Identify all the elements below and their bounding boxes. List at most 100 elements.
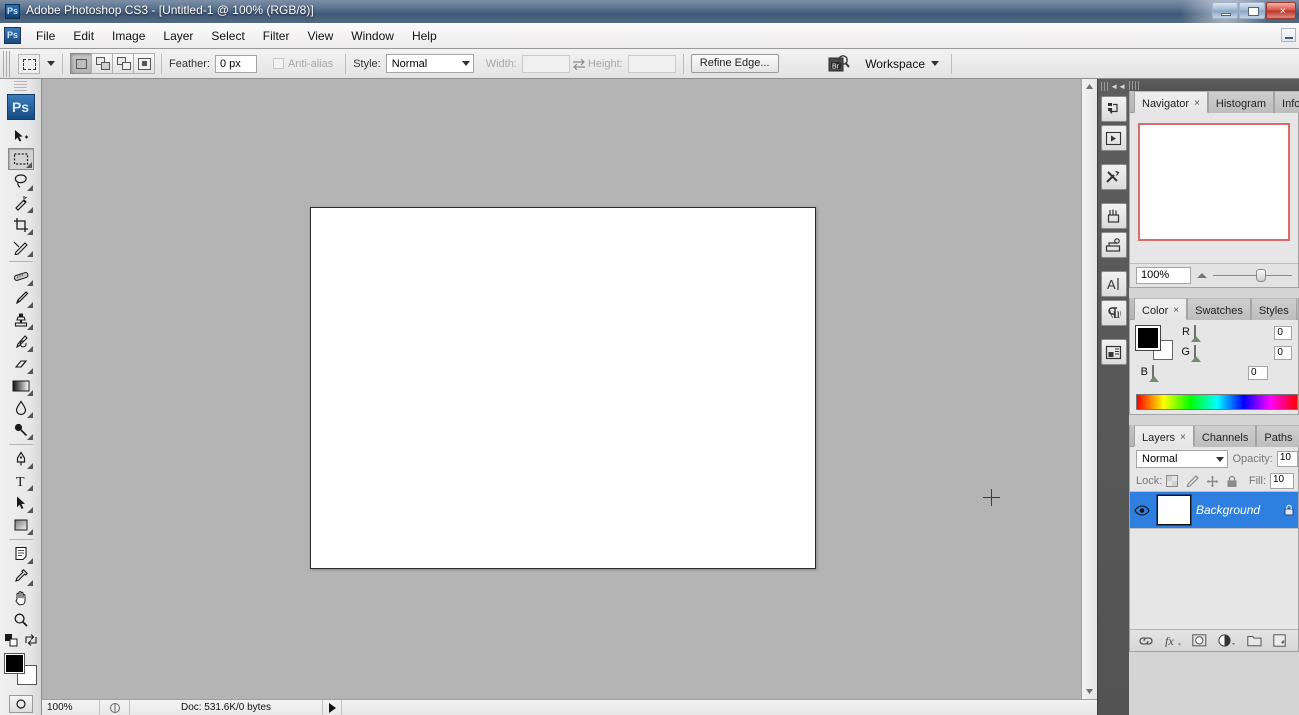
feather-input[interactable]: 0 px <box>214 54 257 73</box>
blue-slider-knob[interactable] <box>1149 376 1159 382</box>
healing-brush-tool[interactable] <box>8 265 34 287</box>
document-minimize-button[interactable] <box>1281 28 1296 42</box>
red-slider-knob[interactable] <box>1190 336 1201 342</box>
clone-stamp-tool[interactable] <box>8 309 34 331</box>
paragraph-panel-icon[interactable]: \u00b6 <box>1100 300 1127 326</box>
close-icon[interactable]: × <box>1194 98 1200 109</box>
layer-thumbnail[interactable] <box>1156 494 1192 526</box>
new-group-icon[interactable] <box>1247 634 1262 647</box>
close-icon[interactable]: × <box>1180 432 1186 443</box>
swap-dimensions-icon[interactable] <box>570 58 588 70</box>
fill-input[interactable]: 10 <box>1270 473 1294 489</box>
color-spectrum-bar[interactable] <box>1136 394 1298 410</box>
hand-tool[interactable] <box>8 587 34 609</box>
close-button[interactable]: × <box>1266 2 1296 19</box>
zoom-level-field[interactable]: 100% <box>42 699 100 715</box>
tool-preset-chevron-down-icon[interactable] <box>47 61 55 66</box>
green-slider-knob[interactable] <box>1190 356 1201 362</box>
new-selection-button[interactable] <box>70 53 92 74</box>
color-swatches[interactable] <box>3 653 38 685</box>
layer-visibility-icon[interactable] <box>1134 504 1152 516</box>
tab-swatches[interactable]: Swatches <box>1187 298 1251 320</box>
toolbox-grip[interactable] <box>14 81 27 91</box>
notes-tool[interactable] <box>8 543 34 565</box>
add-layer-mask-icon[interactable] <box>1192 634 1207 647</box>
history-brush-tool[interactable] <box>8 331 34 353</box>
zoom-out-icon[interactable] <box>1197 273 1207 278</box>
canvas[interactable] <box>310 207 816 569</box>
type-tool[interactable]: T <box>8 470 34 492</box>
default-colors-icon[interactable] <box>4 633 18 647</box>
magic-wand-tool[interactable] <box>8 192 34 214</box>
blur-tool[interactable] <box>8 397 34 419</box>
minimize-button[interactable] <box>1212 2 1238 19</box>
navigator-zoom-slider[interactable] <box>1213 267 1292 284</box>
table-row[interactable]: Background <box>1130 491 1298 529</box>
blue-value-input[interactable]: 0 <box>1248 366 1268 380</box>
dodge-tool[interactable] <box>8 419 34 441</box>
tab-paths[interactable]: Paths <box>1256 425 1299 447</box>
slice-tool[interactable] <box>8 236 34 258</box>
bridge-icon[interactable]: Br <box>827 53 851 75</box>
refine-edge-button[interactable]: Refine Edge... <box>690 54 779 73</box>
zoom-tool[interactable] <box>8 609 34 631</box>
clone-source-panel-icon[interactable] <box>1100 232 1127 258</box>
status-menu-arrow-icon[interactable] <box>328 702 336 713</box>
tab-navigator[interactable]: Navigator × <box>1134 91 1208 113</box>
history-panel-icon[interactable] <box>1100 96 1127 122</box>
width-input[interactable] <box>521 54 570 73</box>
menu-image[interactable]: Image <box>103 26 154 46</box>
lock-position-icon[interactable] <box>1206 475 1219 488</box>
brushes-panel-icon[interactable] <box>1100 203 1127 229</box>
menu-edit[interactable]: Edit <box>64 26 103 46</box>
add-layer-style-icon[interactable]: fx <box>1165 634 1181 647</box>
character-panel-icon[interactable]: A <box>1100 271 1127 297</box>
lock-transparent-pixels-icon[interactable] <box>1166 475 1179 487</box>
lock-image-pixels-icon[interactable] <box>1185 475 1200 487</box>
pen-tool[interactable] <box>8 448 34 470</box>
foreground-color-swatch[interactable] <box>3 653 25 674</box>
tab-histogram[interactable]: Histogram <box>1207 91 1275 113</box>
add-to-selection-button[interactable] <box>91 53 113 74</box>
collapse-dock-icon[interactable]: ◄◄ <box>1110 82 1126 91</box>
vertical-scrollbar[interactable] <box>1081 79 1097 699</box>
menu-help[interactable]: Help <box>403 26 446 46</box>
path-selection-tool[interactable] <box>8 492 34 514</box>
slider-knob[interactable] <box>1256 269 1267 282</box>
tab-info[interactable]: Info <box>1274 91 1299 113</box>
red-ramp[interactable] <box>1190 325 1270 342</box>
workspace-menu[interactable]: Workspace <box>865 57 939 71</box>
layer-comps-panel-icon[interactable] <box>1100 339 1127 365</box>
rectangle-shape-tool[interactable] <box>8 514 34 536</box>
intersect-selection-button[interactable] <box>133 53 155 74</box>
navigator-proxy-preview[interactable] <box>1138 123 1290 241</box>
brush-tool[interactable] <box>8 287 34 309</box>
scroll-down-arrow-icon[interactable] <box>1082 684 1097 699</box>
link-layers-icon[interactable] <box>1138 635 1154 647</box>
new-adjustment-layer-icon[interactable] <box>1218 634 1236 647</box>
scroll-up-arrow-icon[interactable] <box>1082 79 1097 94</box>
menu-filter[interactable]: Filter <box>254 26 299 46</box>
lasso-tool[interactable] <box>8 170 34 192</box>
dock-grip[interactable]: ◄◄ <box>1098 79 1129 93</box>
style-select[interactable]: Normal <box>385 54 474 73</box>
navigator-zoom-input[interactable]: 100% <box>1136 267 1191 284</box>
menu-view[interactable]: View <box>298 26 342 46</box>
eyedropper-tool[interactable] <box>8 565 34 587</box>
tab-channels[interactable]: Channels <box>1193 425 1257 447</box>
red-value-input[interactable]: 0 <box>1274 326 1292 340</box>
crop-tool[interactable] <box>8 214 34 236</box>
swap-colors-icon[interactable] <box>24 633 38 647</box>
layer-list-empty-area[interactable] <box>1130 529 1298 629</box>
anti-alias-checkbox[interactable] <box>272 58 284 69</box>
tab-color[interactable]: Color × <box>1134 298 1188 320</box>
quick-mask-button[interactable] <box>8 695 33 713</box>
layer-name[interactable]: Background <box>1196 503 1279 517</box>
close-icon[interactable]: × <box>1173 305 1179 316</box>
menu-file[interactable]: File <box>27 26 64 46</box>
tab-layers[interactable]: Layers × <box>1134 425 1194 447</box>
maximize-button[interactable] <box>1239 2 1265 19</box>
new-layer-icon[interactable] <box>1273 634 1286 647</box>
green-value-input[interactable]: 0 <box>1274 346 1292 360</box>
current-tool-icon[interactable] <box>18 53 40 74</box>
